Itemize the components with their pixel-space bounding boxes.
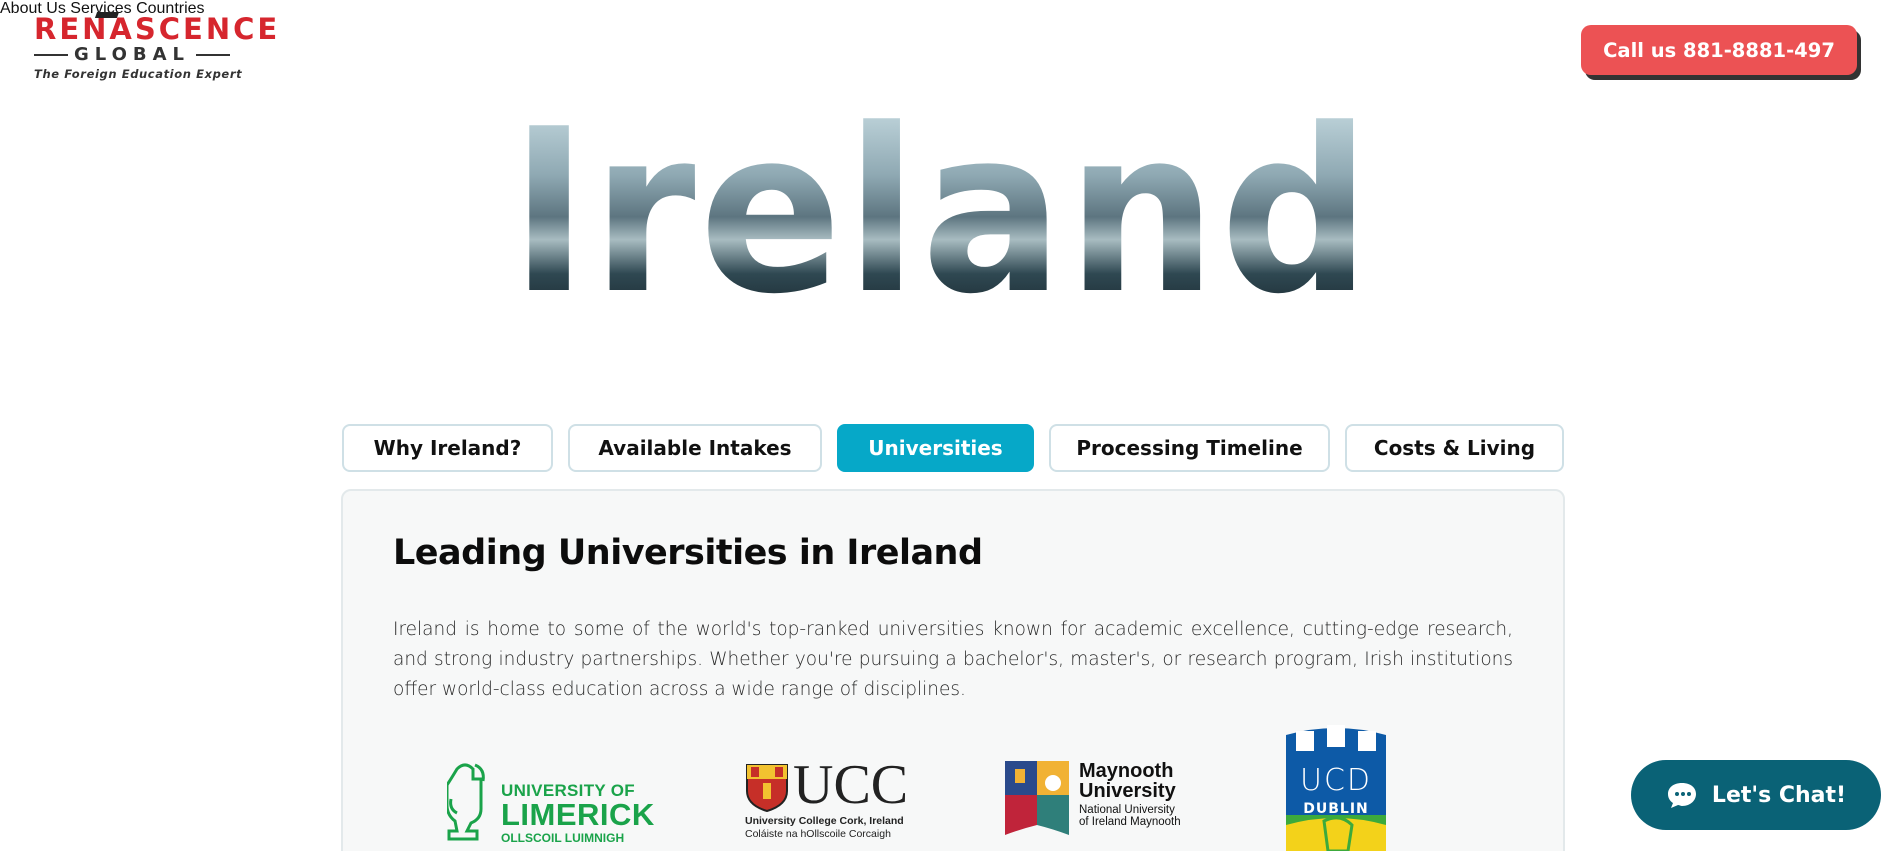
maynooth-shield-icon — [1005, 761, 1069, 835]
tab-available-intakes[interactable]: Available Intakes — [568, 424, 822, 472]
chat-label: Let's Chat! — [1711, 782, 1847, 808]
ucc-logo[interactable]: UCC University College Cork, Ireland Col… — [745, 755, 908, 851]
logo-wordmark: RENASCENCE — [34, 12, 281, 46]
ucd-wordmark: UCD — [1299, 763, 1372, 798]
limerick-crest-icon — [447, 763, 485, 841]
tab-costs-living[interactable]: Costs & Living — [1345, 424, 1564, 472]
logo[interactable]: RENASCENCE GLOBAL The Foreign Education … — [34, 12, 281, 84]
logo-global: GLOBAL — [73, 44, 191, 65]
logo-divider — [34, 54, 68, 56]
ucc-wordmark: UCC — [793, 754, 909, 816]
tab-universities[interactable]: Universities — [837, 424, 1034, 472]
hero-title: Ireland — [510, 81, 1375, 344]
graduation-cap-icon — [94, 12, 120, 18]
ucd-dublin-logo[interactable]: UCD DUBLIN — [1284, 725, 1388, 851]
ucc-line2: University College Cork, Ireland — [745, 815, 904, 827]
limerick-line2: LIMERICK — [501, 797, 655, 832]
ucc-line3: Coláiste na hOllscoile Corcaigh — [745, 828, 891, 840]
panel-description: Ireland is home to some of the world's t… — [393, 619, 1513, 700]
logo-tagline: The Foreign Education Expert — [34, 67, 243, 81]
lets-chat-button[interactable]: Let's Chat! — [1631, 760, 1881, 830]
universities-panel: Leading Universities in Ireland Ireland … — [341, 489, 1565, 851]
chat-bubble-icon — [1666, 781, 1698, 809]
maynooth-university-logo[interactable]: Maynooth University National University … — [1005, 761, 1185, 851]
limerick-line3: OLLSCOIL LUIMNIGH — [501, 831, 625, 845]
ucd-line2: DUBLIN — [1303, 801, 1369, 817]
call-us-button[interactable]: Call us 881-8881-497 — [1581, 25, 1857, 75]
maynooth-line2: University — [1079, 780, 1176, 802]
maynooth-line4: of Ireland Maynooth — [1079, 816, 1181, 828]
ucc-shield-icon — [746, 764, 788, 813]
maynooth-line1: Maynooth — [1079, 760, 1174, 782]
main-nav: About Us Services Countries — [0, 0, 1901, 18]
maynooth-line3: National University — [1079, 804, 1175, 816]
panel-title: Leading Universities in Ireland — [393, 533, 983, 573]
tab-processing-timeline[interactable]: Processing Timeline — [1049, 424, 1330, 472]
university-of-limerick-logo[interactable]: UNIVERSITY OF LIMERICK OLLSCOIL LUIMNIGH — [447, 759, 654, 849]
logo-divider — [196, 54, 230, 56]
hero-banner: Ireland — [510, 81, 1440, 344]
tab-why-ireland[interactable]: Why Ireland? — [342, 424, 553, 472]
